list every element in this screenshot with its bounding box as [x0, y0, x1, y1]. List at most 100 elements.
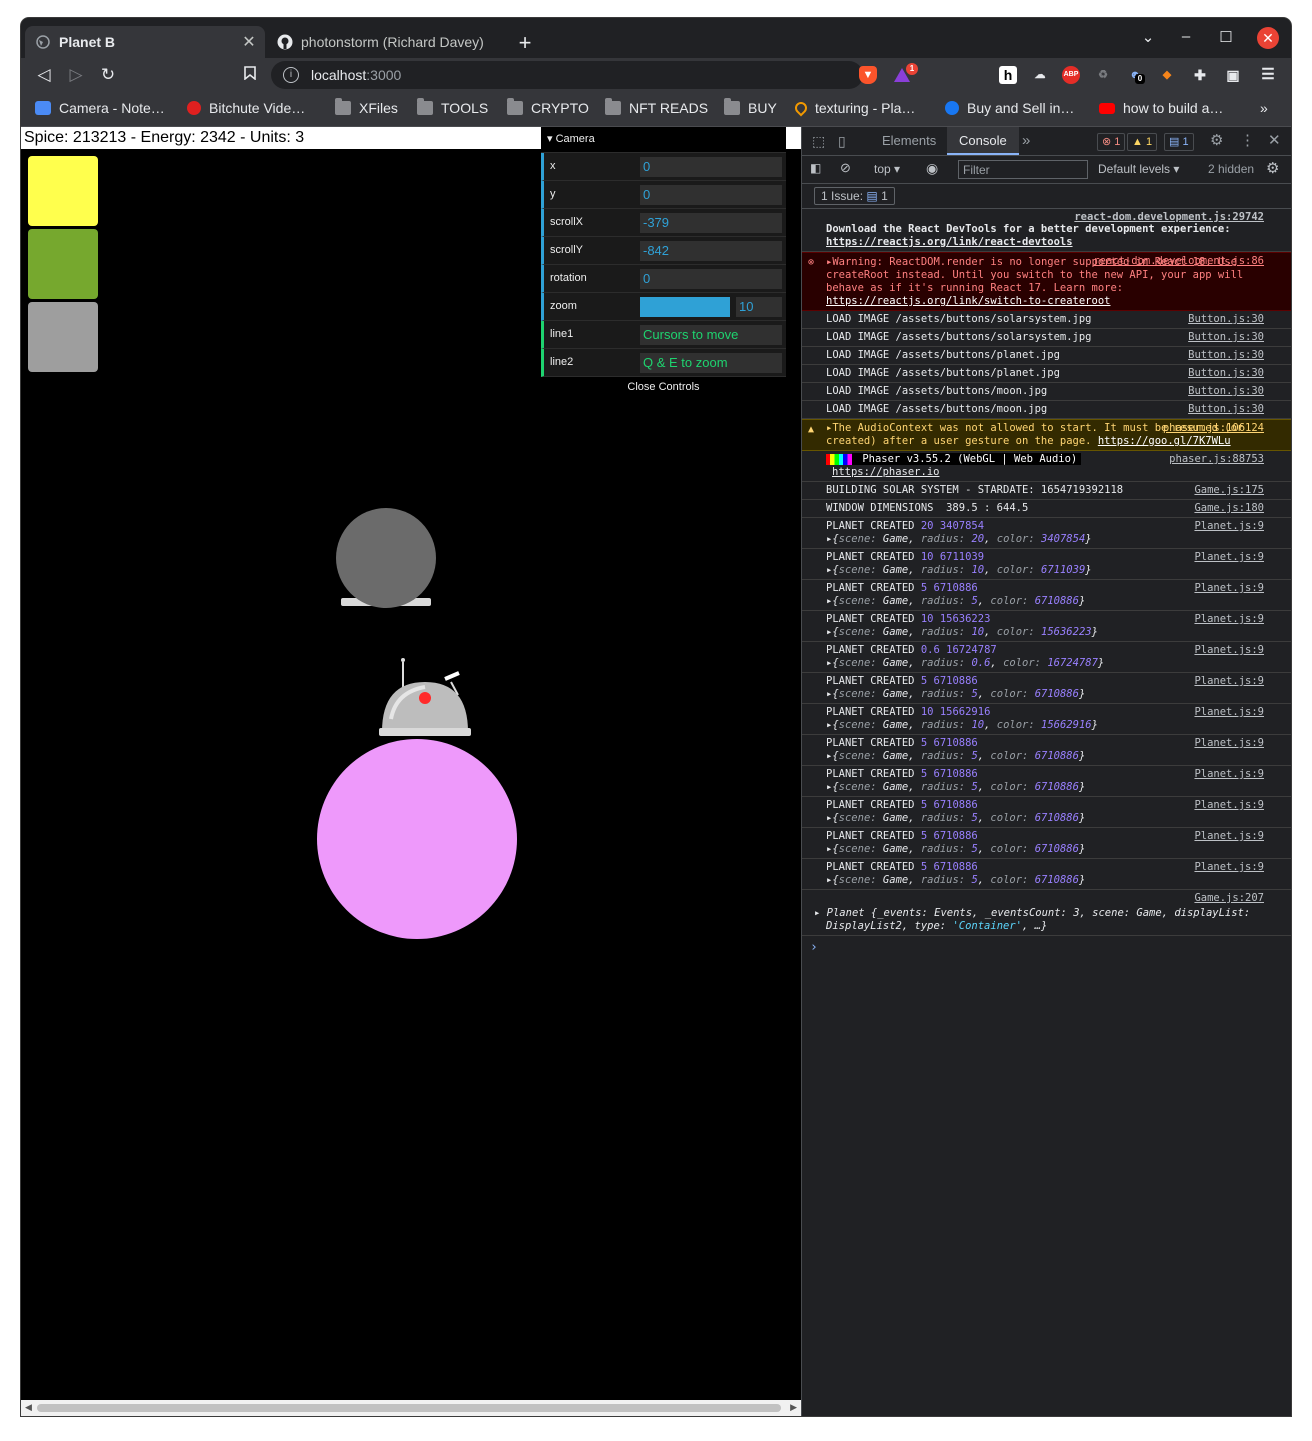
minimize-icon[interactable]: –: [1175, 28, 1197, 45]
expand-arrow-icon[interactable]: ▸: [826, 843, 832, 855]
address-bar[interactable]: i localhost:3000: [271, 61, 863, 89]
levels-select[interactable]: Default levels ▾: [1098, 162, 1179, 176]
error-count-badge[interactable]: ⊗ 1: [1097, 133, 1126, 151]
moon-base-dome[interactable]: [379, 658, 471, 736]
close-tab-icon[interactable]: ✕: [239, 32, 259, 52]
expand-arrow-icon[interactable]: ▸: [826, 781, 832, 793]
extension-cat-icon[interactable]: ☁: [1031, 66, 1049, 84]
reload-icon[interactable]: ↻: [97, 64, 119, 86]
source-link[interactable]: Planet.js:9: [1194, 861, 1264, 874]
source-link[interactable]: Planet.js:9: [1194, 520, 1264, 533]
expand-arrow-icon[interactable]: ▸: [826, 657, 832, 669]
source-link[interactable]: Button.js:30: [1188, 367, 1264, 380]
tab-console[interactable]: Console: [947, 127, 1019, 155]
bookmark-item[interactable]: TOOLS: [417, 98, 488, 116]
context-select[interactable]: top ▾: [874, 162, 900, 176]
bookmark-item[interactable]: BUY: [724, 98, 777, 116]
source-link[interactable]: Button.js:30: [1188, 349, 1264, 362]
source-link[interactable]: Planet.js:9: [1194, 551, 1264, 564]
close-devtools-icon[interactable]: ✕: [1268, 127, 1281, 155]
source-link[interactable]: Button.js:30: [1188, 403, 1264, 416]
source-link[interactable]: Planet.js:9: [1194, 737, 1264, 750]
maximize-icon[interactable]: ☐: [1215, 28, 1237, 46]
source-link[interactable]: Game.js:175: [1194, 484, 1264, 497]
expand-arrow-icon[interactable]: ▸: [826, 874, 832, 886]
recycle-icon[interactable]: ♻: [1094, 66, 1112, 84]
source-link[interactable]: phaser.js:106124: [1163, 422, 1264, 435]
sidebar-toggle-icon[interactable]: ◧: [810, 161, 821, 175]
more-tabs-icon[interactable]: »: [1022, 127, 1030, 155]
expand-arrow-icon[interactable]: ▸: [826, 812, 832, 824]
filter-input[interactable]: Filter: [958, 160, 1088, 179]
new-tab-button[interactable]: +: [513, 30, 537, 56]
tab-search-icon[interactable]: ⌄: [1137, 28, 1159, 46]
message-link[interactable]: https://reactjs.org/link/react-devtools: [826, 236, 1073, 248]
source-link[interactable]: phaser.js:88753: [1169, 453, 1264, 466]
bookmark-item[interactable]: how to build a…: [1099, 100, 1223, 116]
source-link[interactable]: Planet.js:9: [1194, 768, 1264, 781]
source-link[interactable]: Button.js:30: [1188, 313, 1264, 326]
forward-icon[interactable]: ▷: [65, 64, 87, 86]
horizontal-scrollbar[interactable]: ◀ ▶: [21, 1400, 801, 1416]
back-icon[interactable]: ◁: [33, 64, 55, 86]
bookmark-item[interactable]: NFT READS: [605, 98, 708, 116]
message-link[interactable]: https://phaser.io: [832, 466, 939, 478]
tab-photonstorm[interactable]: photonstorm (Richard Davey): [267, 26, 507, 58]
bookmark-item[interactable]: Camera - Note…: [35, 100, 165, 116]
bookmark-item[interactable]: Buy and Sell in…: [945, 100, 1074, 116]
kebab-menu-icon[interactable]: ⋮: [1240, 127, 1255, 155]
expand-arrow-icon[interactable]: ▸: [814, 907, 827, 919]
big-planet[interactable]: [317, 739, 517, 939]
bookmark-item[interactable]: texturing - Pla…: [792, 99, 915, 117]
source-link[interactable]: Planet.js:9: [1194, 613, 1264, 626]
scroll-left-icon[interactable]: ◀: [25, 1402, 32, 1413]
bookmark-item[interactable]: XFiles: [335, 98, 398, 116]
menu-icon[interactable]: ☰: [1259, 66, 1277, 84]
eye-icon[interactable]: ◉: [926, 160, 938, 177]
close-window-icon[interactable]: ✕: [1257, 27, 1279, 49]
source-link[interactable]: Planet.js:9: [1194, 675, 1264, 688]
game-canvas[interactable]: Spice: 213213 - Energy: 2342 - Units: 3 …: [21, 127, 801, 1416]
small-planet[interactable]: [336, 508, 436, 608]
settings-gear-icon[interactable]: ⚙: [1210, 127, 1223, 155]
bookmark-item[interactable]: Bitchute Vide…: [187, 100, 305, 116]
info-icon[interactable]: i: [283, 67, 299, 83]
bookmark-item[interactable]: CRYPTO: [507, 98, 589, 116]
expand-arrow-icon[interactable]: ▸: [826, 564, 832, 576]
tab-elements[interactable]: Elements: [882, 127, 936, 155]
source-link[interactable]: Planet.js:9: [1194, 830, 1264, 843]
source-link[interactable]: Planet.js:9: [1194, 799, 1264, 812]
source-link[interactable]: Planet.js:9: [1194, 582, 1264, 595]
brave-shield-icon[interactable]: ▼: [859, 66, 877, 84]
expand-arrow-icon[interactable]: ▸: [826, 688, 832, 700]
console-settings-icon[interactable]: ⚙: [1266, 159, 1279, 177]
scrollbar-thumb[interactable]: [37, 1404, 781, 1412]
message-link[interactable]: https://goo.gl/7K7WLu: [1098, 435, 1231, 447]
expand-arrow-icon[interactable]: ▸: [826, 533, 832, 545]
more-bookmarks-icon[interactable]: »: [1260, 100, 1268, 116]
expand-arrow-icon[interactable]: ▸: [826, 626, 832, 638]
clear-console-icon[interactable]: ⊘: [840, 160, 851, 176]
inspect-element-icon[interactable]: ⬚: [812, 127, 825, 155]
wallet-icon[interactable]: ▣: [1224, 66, 1242, 84]
source-link[interactable]: react-dom.development.js:29742: [1074, 211, 1264, 224]
tab-planet-b[interactable]: Planet B ✕: [25, 26, 265, 58]
warning-count-badge[interactable]: ▲ 1: [1127, 133, 1158, 151]
metamask-fox-icon[interactable]: ◆: [1158, 66, 1176, 84]
message-link[interactable]: https://reactjs.org/link/switch-to-creat…: [826, 295, 1110, 307]
source-link[interactable]: Game.js:180: [1194, 502, 1264, 515]
expand-arrow-icon[interactable]: ▸: [826, 719, 832, 731]
extensions-puzzle-icon[interactable]: ✚: [1191, 66, 1209, 84]
source-link[interactable]: Button.js:30: [1188, 331, 1264, 344]
adblock-plus-icon[interactable]: ABP: [1062, 66, 1080, 84]
issues-button[interactable]: 1 Issue: ▤ 1: [814, 187, 895, 205]
honey-icon[interactable]: h: [999, 66, 1017, 84]
scroll-right-icon[interactable]: ▶: [790, 1402, 797, 1413]
source-link[interactable]: Planet.js:9: [1194, 644, 1264, 657]
expand-arrow-icon[interactable]: ▸: [826, 750, 832, 762]
message-count-badge[interactable]: ▤ 1: [1164, 133, 1194, 151]
source-link[interactable]: Game.js:207: [1194, 892, 1264, 905]
console-prompt[interactable]: ›: [802, 940, 1291, 955]
source-link[interactable]: react-dom.development.js:86: [1093, 255, 1264, 268]
source-link[interactable]: Planet.js:9: [1194, 706, 1264, 719]
